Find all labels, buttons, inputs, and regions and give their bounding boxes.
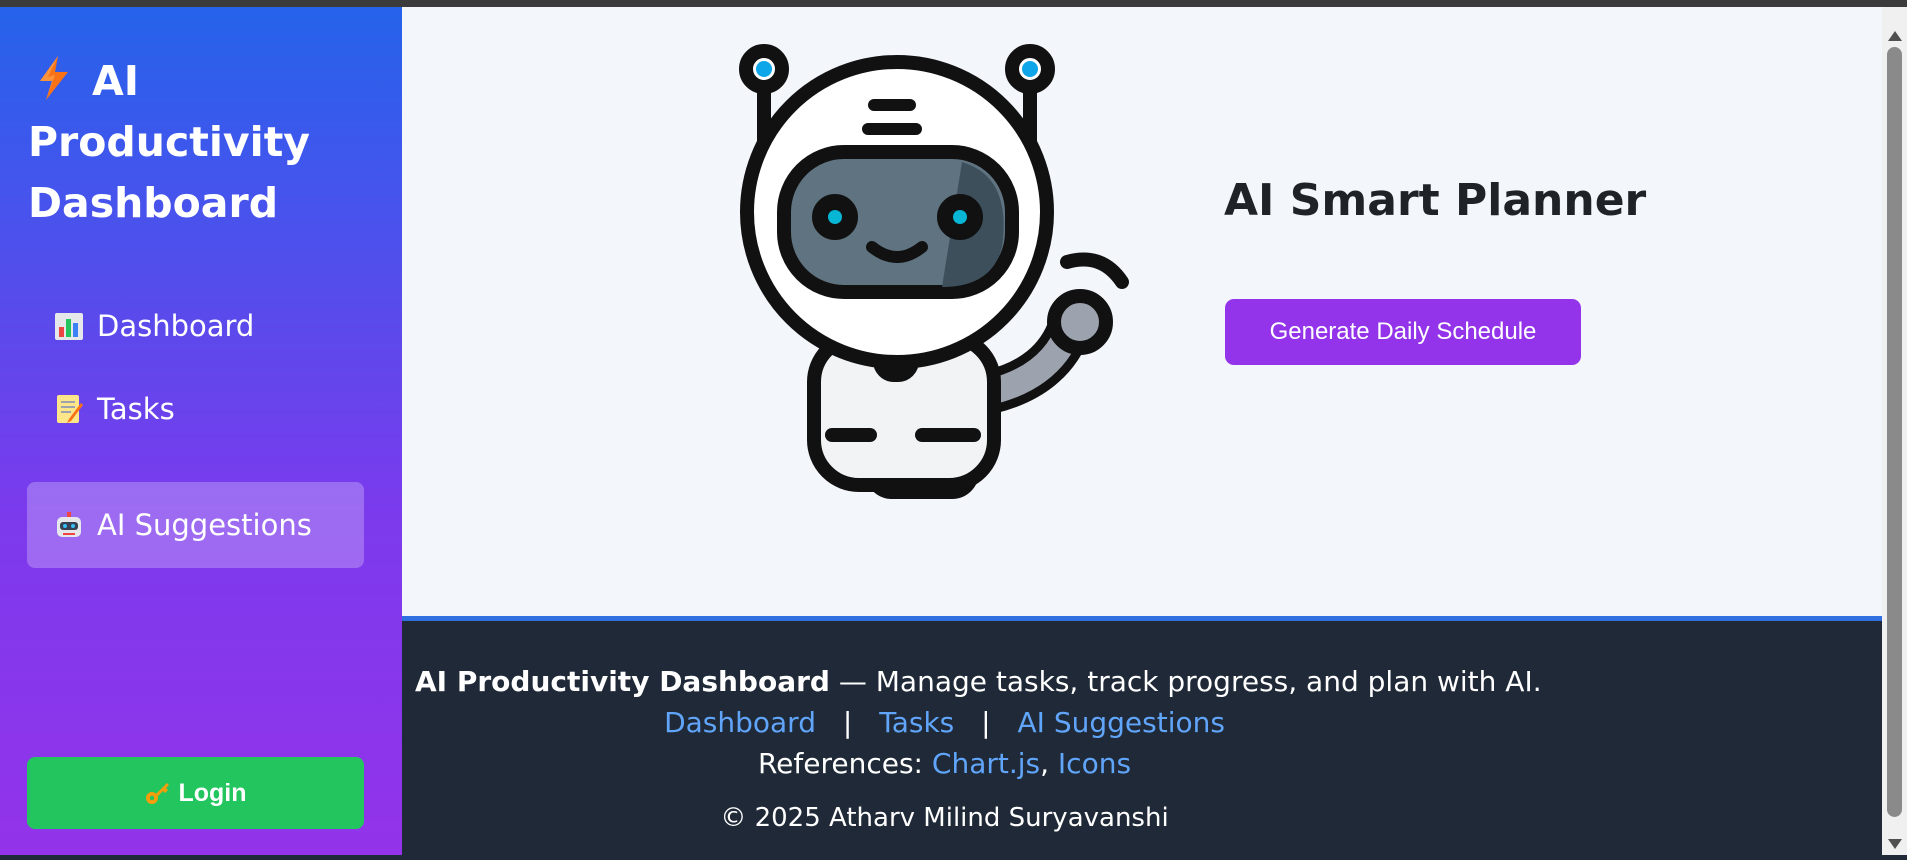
sidebar-item-tasks[interactable]: Tasks	[27, 366, 364, 452]
app-title-line1: AI	[92, 57, 139, 105]
app-title: AI Productivity Dashboard	[28, 51, 358, 234]
app-title-line2: Productivity	[28, 118, 311, 166]
footer-link-dashboard[interactable]: Dashboard	[664, 706, 816, 739]
footer-references: References: Chart.js, Icons	[757, 747, 1132, 780]
page-title: AI Smart Planner	[1224, 175, 1647, 226]
scroll-down-arrow-icon[interactable]	[1888, 839, 1902, 849]
main-content: AI Smart Planner Generate Daily Schedule	[402, 7, 1882, 616]
login-button-label: Login	[178, 778, 247, 807]
scroll-up-arrow-icon[interactable]	[1888, 31, 1902, 41]
footer-tagline-text: — Manage tasks, track progress, and plan…	[838, 665, 1542, 698]
robot-icon	[57, 512, 81, 537]
robot-waving-icon	[739, 44, 1129, 499]
sidebar-item-ai-suggestions[interactable]: AI Suggestions	[27, 482, 364, 568]
references-label: References:	[757, 747, 923, 780]
reference-link-chartjs[interactable]: Chart.js	[932, 747, 1040, 780]
login-button[interactable]: Login	[27, 757, 364, 829]
scrollbar[interactable]	[1882, 7, 1907, 855]
sidebar-item-label: AI Suggestions	[97, 508, 312, 542]
lightning-bolt-icon	[40, 56, 68, 100]
footer-link-ai-suggestions[interactable]: AI Suggestions	[1018, 706, 1225, 739]
sidebar-item-label: Dashboard	[97, 309, 255, 343]
footer: AI Productivity Dashboard — Manage tasks…	[402, 616, 1882, 860]
sidebar: AI Productivity Dashboard Dashboard Task…	[0, 7, 402, 855]
footer-brand: AI Productivity Dashboard	[415, 665, 830, 698]
sidebar-item-label: Tasks	[97, 392, 175, 426]
bar-chart-icon	[55, 313, 83, 340]
reference-link-icons[interactable]: Icons	[1058, 747, 1131, 780]
footer-tagline: AI Productivity Dashboard — Manage tasks…	[415, 665, 1542, 698]
footer-links: Dashboard | Tasks | AI Suggestions	[402, 706, 1487, 739]
footer-link-tasks[interactable]: Tasks	[879, 706, 954, 739]
scrollbar-thumb[interactable]	[1887, 47, 1902, 817]
footer-separator: |	[981, 706, 991, 739]
footer-copyright: © 2025 Atharv Milind Suryavanshi	[720, 803, 1169, 833]
app-title-line3: Dashboard	[28, 179, 279, 227]
sidebar-item-dashboard[interactable]: Dashboard	[27, 283, 364, 369]
window-top-bar	[0, 0, 1907, 7]
footer-separator: |	[842, 706, 853, 739]
generate-schedule-button[interactable]: Generate Daily Schedule	[1225, 299, 1581, 365]
memo-icon	[57, 395, 83, 423]
key-icon	[146, 783, 170, 804]
